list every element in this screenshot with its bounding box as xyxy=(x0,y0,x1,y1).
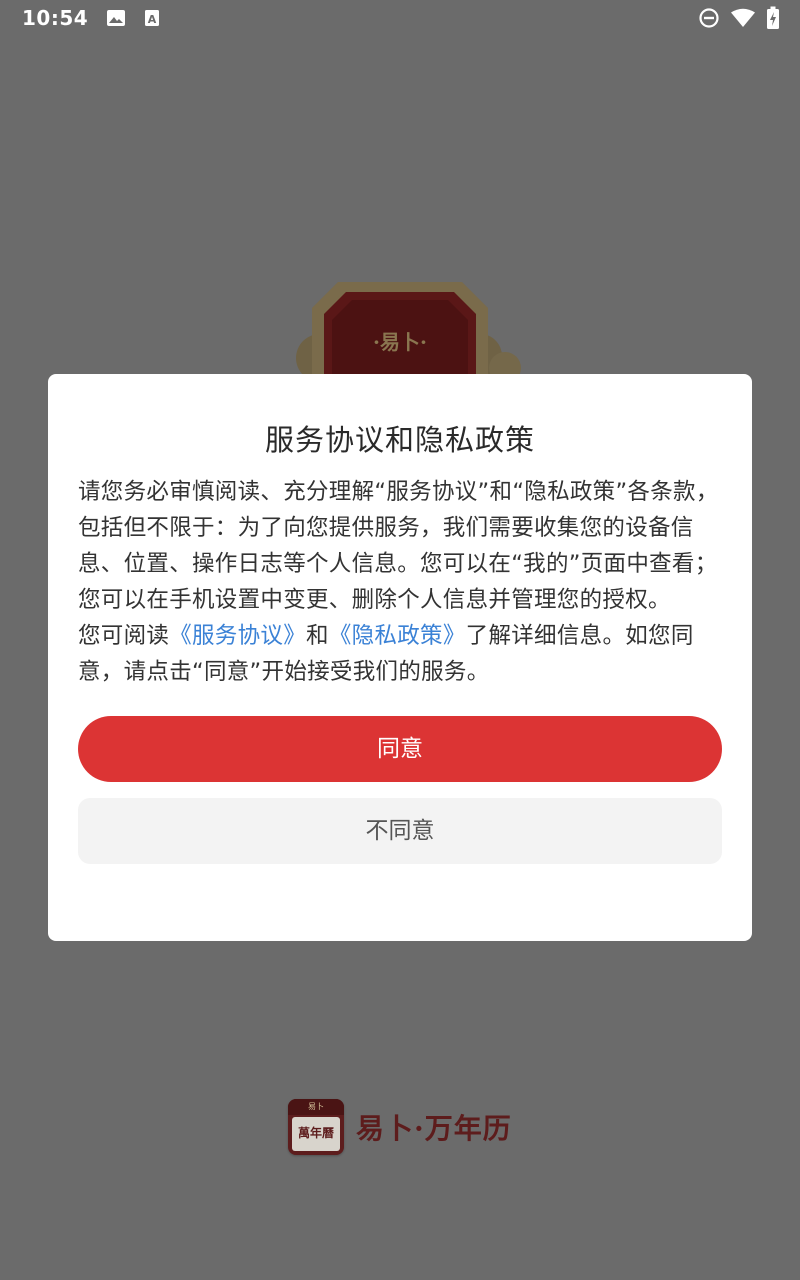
app-logo-text: 萬年曆 xyxy=(292,1117,340,1151)
status-time: 10:54 xyxy=(22,6,89,30)
svg-text:A: A xyxy=(148,13,157,26)
status-right xyxy=(698,6,780,30)
service-agreement-link[interactable]: 《服务协议》 xyxy=(169,623,306,649)
para2-prefix: 您可阅读 xyxy=(78,623,170,649)
emblem-text: ·易卜· xyxy=(373,330,427,354)
privacy-policy-link[interactable]: 《隐私政策》 xyxy=(329,623,466,649)
app-name: 易卜·万年历 xyxy=(356,1112,512,1145)
image-icon xyxy=(106,9,126,27)
app-logo-top: 易卜 xyxy=(288,1099,344,1115)
dialog-body: 请您务必审慎阅读、充分理解“服务协议”和“隐私政策”各条款，包括但不限于：为了向… xyxy=(78,474,722,690)
disagree-button[interactable]: 不同意 xyxy=(78,798,722,864)
para2-and: 和 xyxy=(306,623,329,649)
battery-charging-icon xyxy=(766,6,780,30)
wifi-icon xyxy=(730,8,756,28)
font-a-icon: A xyxy=(144,9,160,27)
app-logo: 易卜 萬年曆 xyxy=(288,1099,344,1155)
status-left: 10:54 A xyxy=(22,6,160,30)
status-bar: 10:54 A xyxy=(0,0,800,36)
dnd-icon xyxy=(698,7,720,29)
agree-button[interactable]: 同意 xyxy=(78,716,722,782)
dialog-title: 服务协议和隐私政策 xyxy=(264,423,535,457)
dialog-paragraph-2: 您可阅读《服务协议》和《隐私政策》了解详细信息。如您同意，请点击“同意”开始接受… xyxy=(78,618,722,690)
splash-footer: 易卜 萬年曆 易卜·万年历 xyxy=(288,1098,512,1156)
privacy-dialog: 服务协议和隐私政策 请您务必审慎阅读、充分理解“服务协议”和“隐私政策”各条款，… xyxy=(48,374,752,941)
dialog-paragraph-1: 请您务必审慎阅读、充分理解“服务协议”和“隐私政策”各条款，包括但不限于：为了向… xyxy=(78,479,719,613)
splash-emblem: ·易卜· xyxy=(250,278,550,388)
